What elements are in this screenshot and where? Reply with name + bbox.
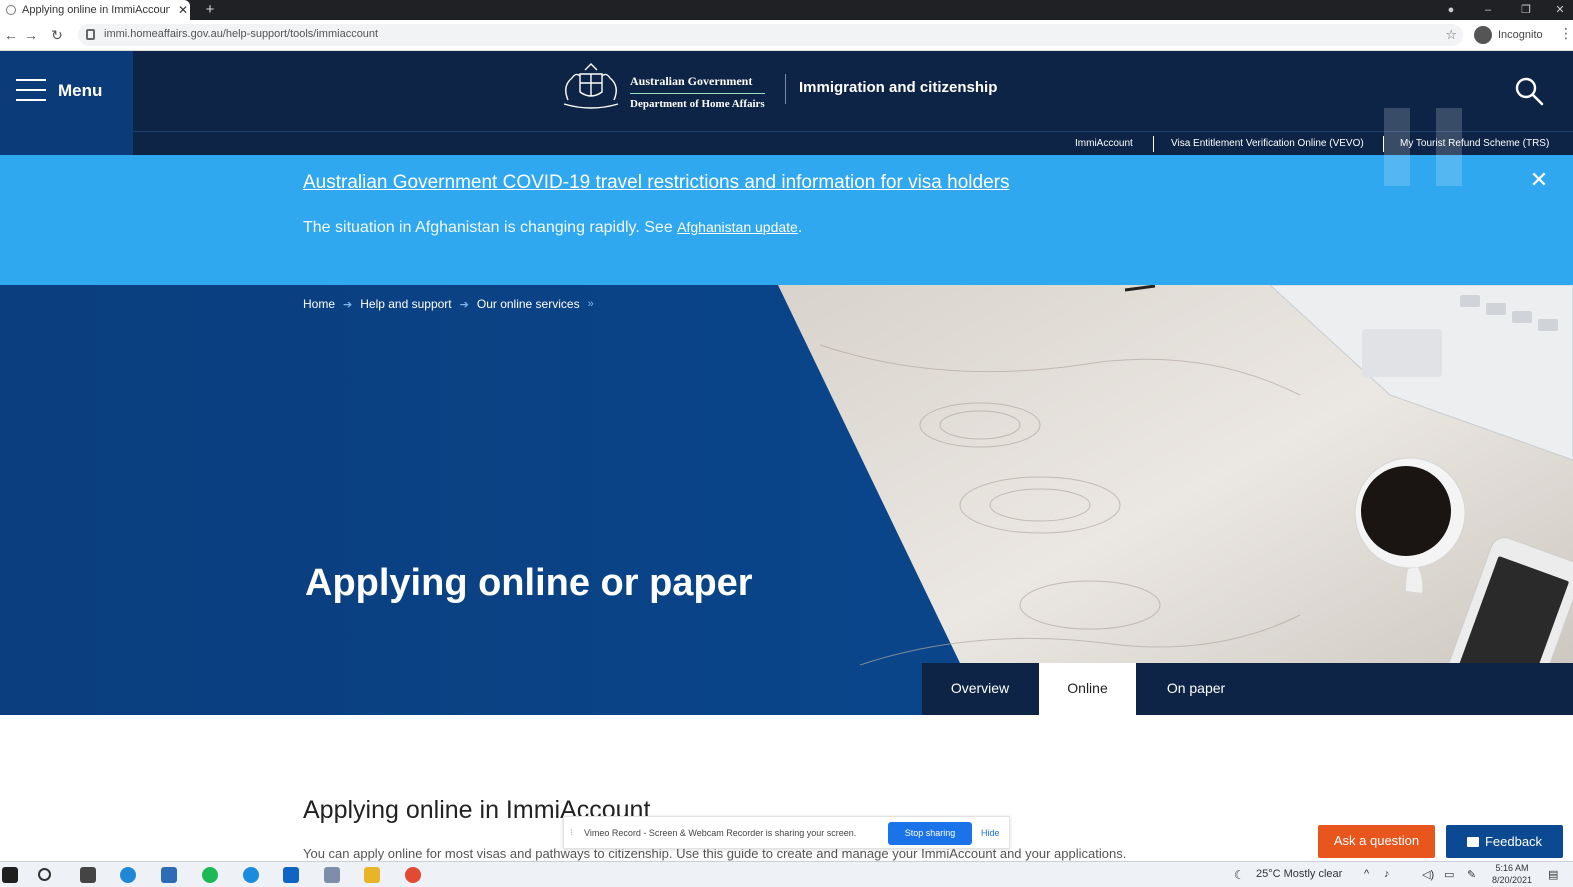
tab-overview[interactable]: Overview <box>922 663 1038 715</box>
back-icon[interactable]: ← <box>0 24 22 46</box>
page-title: Applying online or paper <box>305 562 753 604</box>
subnav-divider <box>1153 136 1154 152</box>
clock-date: 8/20/2021 <box>1492 875 1533 885</box>
stop-sharing-button[interactable]: Stop sharing <box>888 822 972 845</box>
extension-icon[interactable]: ● <box>1436 0 1466 20</box>
alert-message-end: . <box>797 219 803 236</box>
ask-question-button[interactable]: Ask a question <box>1318 825 1435 858</box>
incognito-icon <box>1474 26 1492 44</box>
weather-text[interactable]: 25°C Mostly clear <box>1256 868 1342 880</box>
store-icon[interactable] <box>80 867 96 883</box>
alert-message-text: The situation in Afghanistan is changing… <box>303 219 678 236</box>
screen-share-notice: ⁞ Vimeo Record - Screen & Webcam Recorde… <box>563 816 1010 849</box>
feedback-button[interactable]: Feedback <box>1446 825 1563 858</box>
incognito-indicator[interactable]: Incognito <box>1474 26 1543 44</box>
file-explorer-icon[interactable] <box>364 867 380 883</box>
breadcrumb-home[interactable]: Home <box>303 297 335 311</box>
gov-line-2: Department of Home Affairs <box>630 98 765 110</box>
volume-icon[interactable]: ◁) <box>1422 868 1434 881</box>
restore-window-icon[interactable]: ❐ <box>1511 0 1541 20</box>
video-pause-overlay <box>1384 108 1410 186</box>
reload-icon[interactable]: ↻ <box>46 24 68 46</box>
forward-icon[interactable]: → <box>20 24 42 46</box>
header-divider <box>785 74 786 104</box>
breadcrumb-expand-icon[interactable]: » <box>588 298 594 310</box>
pen-icon[interactable]: ✎ <box>1467 868 1476 881</box>
site-header <box>0 51 1573 131</box>
chat-bubble-icon <box>1466 836 1479 847</box>
breadcrumb-online-services[interactable]: Our online services <box>477 297 580 311</box>
gov-wordmark: Australian Government Department of Home… <box>630 74 765 110</box>
url-text: immi.homeaffairs.gov.au/help-support/too… <box>104 28 379 40</box>
breadcrumb-arrow-icon: ➔ <box>459 298 469 311</box>
browser-tab-title: Applying online in ImmiAccount <box>22 4 170 16</box>
browser-menu-icon[interactable]: ⋮ <box>1559 25 1573 42</box>
taskbar-search-icon[interactable] <box>38 868 51 881</box>
subnav-immiaccount[interactable]: ImmiAccount <box>1075 138 1133 149</box>
subnav-vevo[interactable]: Visa Entitlement Verification Online (VE… <box>1171 138 1364 149</box>
lock-icon <box>86 29 95 40</box>
alert-banner: Australian Government COVID-19 travel re… <box>0 155 1573 285</box>
gov-line-1: Australian Government <box>630 74 765 94</box>
edge-icon[interactable] <box>120 867 136 883</box>
close-alert-icon[interactable]: ✕ <box>1528 169 1550 191</box>
afghanistan-update-link[interactable]: Afghanistan update <box>677 219 798 235</box>
breadcrumb: Home ➔ Help and support ➔ Our online ser… <box>303 297 594 311</box>
incognito-label: Incognito <box>1498 29 1543 41</box>
spotify-icon[interactable] <box>202 867 218 883</box>
close-window-icon[interactable]: ✕ <box>1545 0 1573 20</box>
browser-tab[interactable]: Applying online in ImmiAccount ✕ <box>0 0 190 20</box>
page-tabs: Overview Online On paper <box>922 663 1573 715</box>
subnav-trs[interactable]: My Tourist Refund Scheme (TRS) <box>1400 138 1549 149</box>
windows-start-icon[interactable] <box>2 867 18 883</box>
browser-tab-bar: Applying online in ImmiAccount ✕ + ● – ❐… <box>0 0 1573 20</box>
notifications-icon[interactable]: ▤ <box>1548 868 1558 881</box>
screen-share-message: Vimeo Record - Screen & Webcam Recorder … <box>584 828 857 838</box>
mail-icon[interactable] <box>161 867 177 883</box>
breadcrumb-help-support[interactable]: Help and support <box>360 297 451 311</box>
outlook-icon[interactable] <box>283 867 299 883</box>
tray-mic-icon[interactable]: ♪ <box>1384 868 1390 880</box>
hero-banner: Home ➔ Help and support ➔ Our online ser… <box>0 285 1573 715</box>
hide-share-button[interactable]: Hide <box>981 828 1000 838</box>
drag-handle-icon[interactable]: ⁞ <box>570 827 573 837</box>
tab-online[interactable]: Online <box>1039 663 1136 715</box>
moon-weather-icon[interactable]: ☾ <box>1234 868 1245 882</box>
alert-message: The situation in Afghanistan is changing… <box>303 219 802 237</box>
breadcrumb-arrow-icon: ➔ <box>343 298 353 311</box>
hamburger-icon <box>16 79 46 101</box>
new-tab-button[interactable]: + <box>200 0 220 20</box>
coat-of-arms-icon[interactable] <box>558 60 624 110</box>
minimize-window-icon[interactable]: – <box>1473 0 1503 20</box>
hero-desk-photo <box>0 285 1573 715</box>
address-bar[interactable]: immi.homeaffairs.gov.au/help-support/too… <box>78 24 1463 46</box>
tray-chevron-icon[interactable]: ^ <box>1364 868 1369 880</box>
video-pause-overlay <box>1436 108 1462 186</box>
tab-on-paper[interactable]: On paper <box>1138 663 1254 715</box>
feedback-label: Feedback <box>1484 834 1543 849</box>
skype-icon[interactable] <box>243 867 259 883</box>
utility-nav: ImmiAccount Visa Entitlement Verificatio… <box>133 131 1573 155</box>
covid-alert-link[interactable]: Australian Government COVID-19 travel re… <box>303 172 1009 194</box>
browser-toolbar: ← → ↻ immi.homeaffairs.gov.au/help-suppo… <box>0 20 1573 51</box>
app-icon[interactable] <box>324 867 340 883</box>
clock-time: 5:16 AM <box>1495 863 1529 873</box>
close-tab-icon[interactable]: ✕ <box>176 3 190 17</box>
menu-button[interactable]: Menu <box>0 51 133 155</box>
favicon-icon <box>6 5 16 15</box>
menu-label: Menu <box>58 81 103 100</box>
search-icon[interactable] <box>1514 76 1544 106</box>
network-icon[interactable]: ▭ <box>1444 868 1454 881</box>
bookmark-star-icon[interactable]: ☆ <box>1445 27 1457 43</box>
portal-title[interactable]: Immigration and citizenship <box>799 79 997 96</box>
chrome-icon[interactable] <box>405 867 421 883</box>
windows-taskbar: ☾ 25°C Mostly clear ^ ♪ ◁) ▭ ✎ 5:16 AM 8… <box>0 861 1573 887</box>
clock[interactable]: 5:16 AM 8/20/2021 <box>1492 862 1532 886</box>
